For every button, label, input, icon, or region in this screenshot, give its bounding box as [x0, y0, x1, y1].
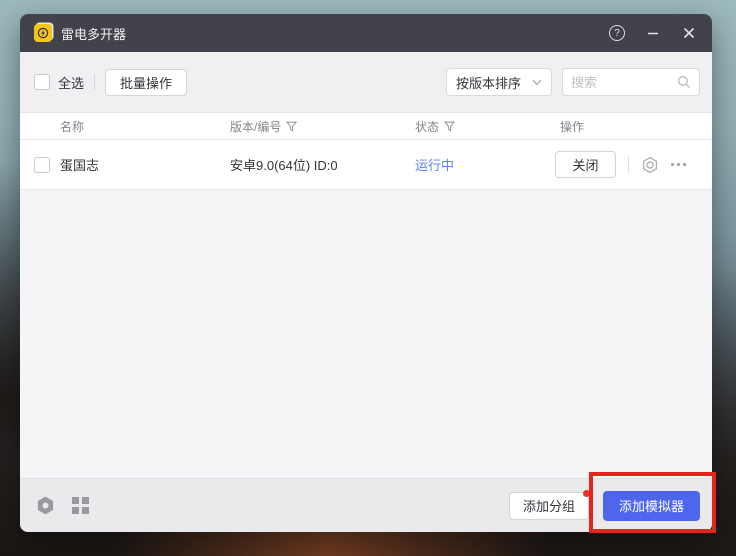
add-emulator-button[interactable]: 添加模拟器 — [603, 491, 700, 521]
header-name: 名称 — [60, 113, 84, 139]
close-icon[interactable] — [680, 24, 698, 42]
close-emulator-button[interactable]: 关闭 — [555, 151, 616, 178]
header-status: 状态 — [415, 113, 455, 139]
ops-divider — [628, 157, 629, 173]
more-options-icon[interactable] — [671, 163, 686, 166]
app-window: 雷电多开器 ? 全选 批量操作 按版本排序 — [20, 14, 712, 532]
window-title: 雷电多开器 — [61, 24, 126, 43]
header-operations: 操作 — [560, 113, 584, 139]
chevron-down-icon — [532, 79, 542, 86]
global-settings-icon[interactable] — [36, 496, 55, 515]
select-all-checkbox[interactable] — [34, 74, 50, 90]
minimize-icon[interactable] — [644, 24, 662, 42]
emulator-version: 安卓9.0(64位) ID:0 — [230, 140, 338, 189]
status-badge: 运行中 — [415, 140, 454, 189]
sort-dropdown[interactable]: 按版本排序 — [446, 68, 552, 96]
add-group-button[interactable]: 添加分组 — [509, 492, 589, 520]
batch-operations-button[interactable]: 批量操作 — [105, 69, 187, 96]
table-header: 名称 版本/编号 状态 操作 — [20, 112, 712, 140]
row-checkbox[interactable] — [34, 157, 50, 173]
toolbar-divider — [94, 74, 95, 90]
toolbar: 全选 批量操作 按版本排序 — [20, 52, 712, 112]
emulator-name: 蛋国志 — [60, 140, 99, 189]
settings-icon[interactable] — [641, 156, 659, 174]
emulator-list-empty-area — [20, 190, 712, 478]
notification-dot — [583, 490, 590, 497]
help-icon[interactable]: ? — [608, 24, 626, 42]
sort-dropdown-value: 按版本排序 — [456, 73, 532, 92]
select-all-label: 全选 — [58, 73, 84, 92]
filter-icon[interactable] — [286, 121, 297, 132]
app-logo-icon — [34, 24, 52, 42]
filter-icon[interactable] — [444, 121, 455, 132]
search-input[interactable] — [571, 75, 677, 90]
search-box — [562, 68, 700, 96]
footer-bar: 添加分组 添加模拟器 — [20, 478, 712, 532]
titlebar: 雷电多开器 ? — [20, 14, 712, 52]
search-icon — [677, 75, 691, 89]
table-row: 蛋国志 安卓9.0(64位) ID:0 运行中 关闭 — [20, 140, 712, 190]
desktop-wallpaper: { "window": { "title": "雷电多开器", "icons":… — [0, 0, 736, 556]
header-version: 版本/编号 — [230, 113, 297, 139]
multi-view-icon[interactable] — [72, 497, 89, 514]
